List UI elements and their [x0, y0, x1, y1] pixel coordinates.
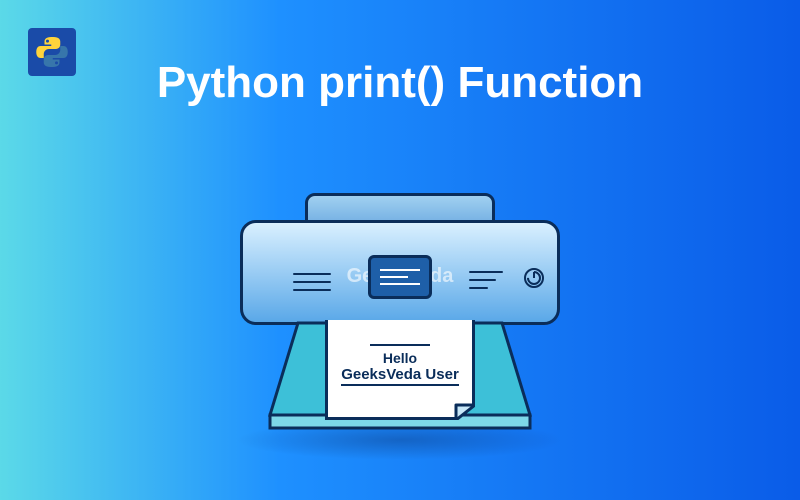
paper-line-2: GeeksVeda User — [341, 366, 459, 386]
printer-screen — [368, 255, 432, 299]
python-logo-icon — [28, 28, 76, 76]
vent-left-icon — [293, 273, 331, 291]
page-title: Python print() Function — [157, 58, 643, 108]
printer-illustration: GeeksVeda Hello GeeksVeda User — [210, 190, 590, 470]
paper-line-1: Hello — [335, 350, 465, 366]
paper-content: Hello GeeksVeda User — [335, 340, 465, 386]
power-icon — [524, 268, 544, 288]
vent-right-icon — [469, 271, 507, 289]
